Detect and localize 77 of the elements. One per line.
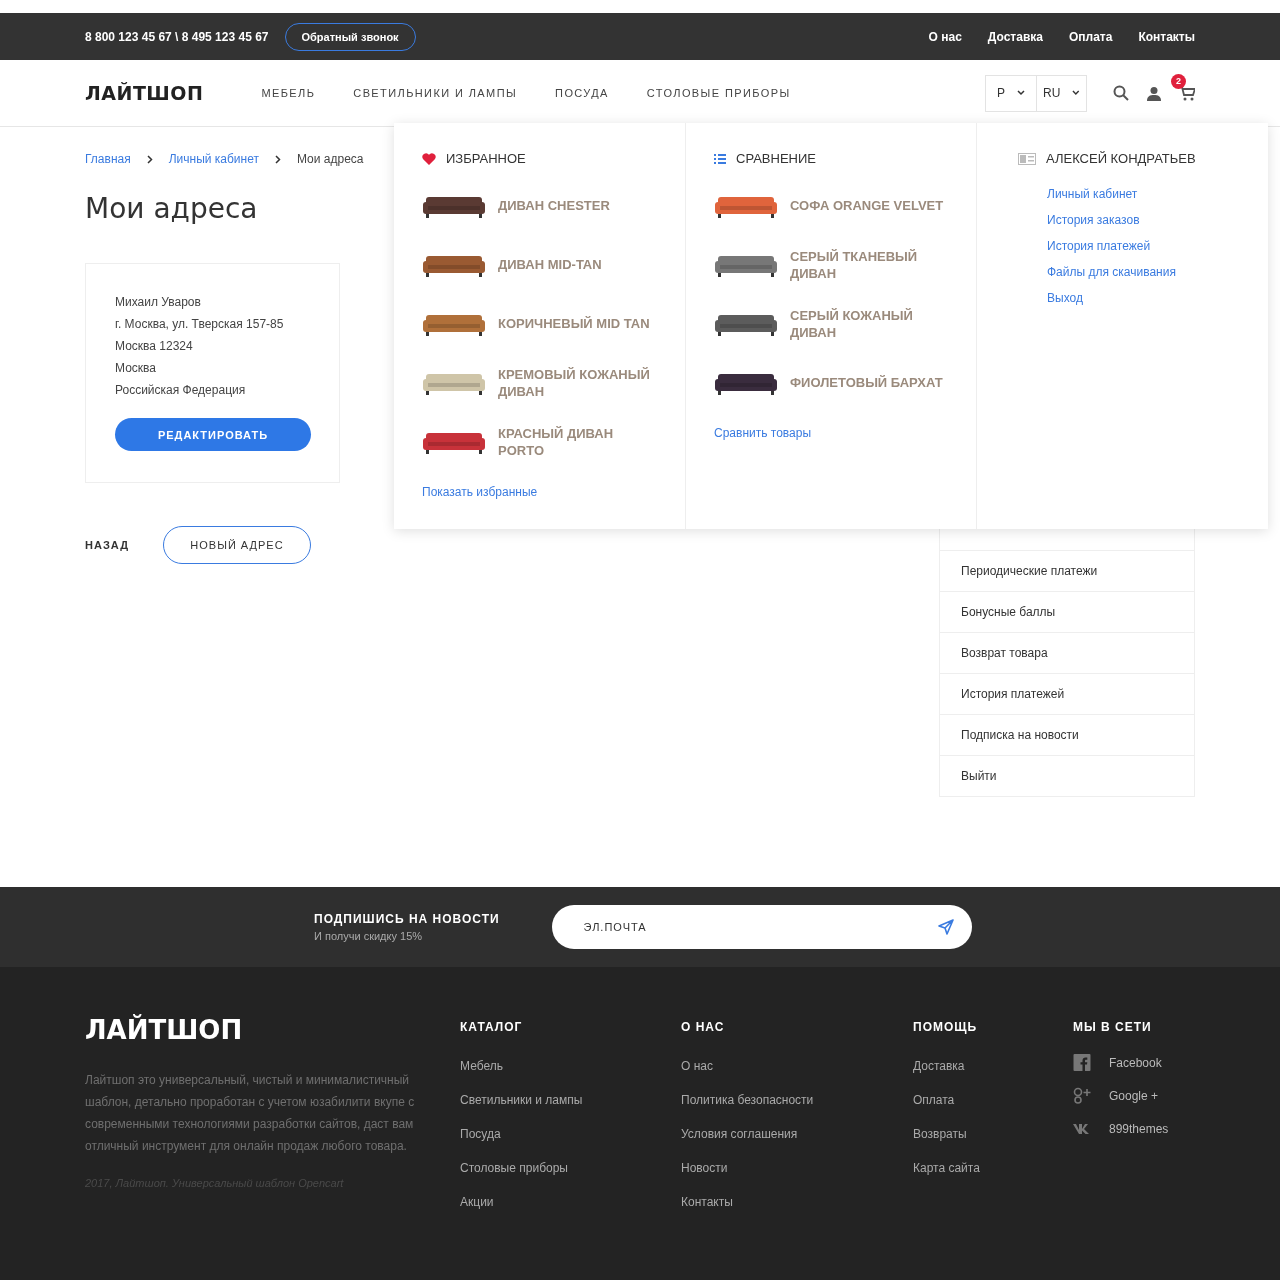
nav-link[interactable]: ПОСУДА (555, 87, 609, 99)
footer-description: Лайтшоп это универсальный, чистый и минималистичный шаблон, детально проработан с учетом юзабилити вкупе с современными технологиями разработки сайтов, даст вам отличный инструмент для онлайн продаж любого товара. (85, 1072, 416, 1155)
account-menu-item[interactable]: Выйти (940, 755, 1194, 796)
footer-link[interactable]: Светильники и лампы (460, 1093, 681, 1107)
footer-logo[interactable]: ЛАЙТШОП (85, 1015, 243, 1045)
account-link[interactable]: Файлы для скачивания (1047, 264, 1239, 280)
footer-link[interactable]: Условия соглашения (681, 1127, 913, 1141)
logo[interactable]: ЛАЙТШОП (85, 82, 204, 104)
social-link[interactable]: Google + (1109, 1088, 1159, 1103)
phone-numbers: 8 800 123 45 67 \ 8 495 123 45 67 (85, 29, 269, 44)
address-line: Михаил Уваров (115, 294, 202, 310)
top-link[interactable]: О нас (928, 29, 962, 44)
account-link[interactable]: Выход (1047, 290, 1239, 306)
footer-link[interactable]: Новости (681, 1161, 913, 1175)
footer-link[interactable]: Доставка (913, 1059, 1073, 1073)
chevron-right-icon (274, 154, 281, 164)
compare-link[interactable]: Сравнить товары (714, 426, 948, 440)
footer-link[interactable]: Мебель (460, 1059, 681, 1073)
footer-link[interactable]: Карта сайта (913, 1161, 1073, 1175)
footer-link[interactable]: Акции (460, 1195, 681, 1209)
email-field[interactable]: ЭЛ.ПОЧТА (551, 905, 972, 949)
back-link[interactable]: НАЗАД (85, 539, 129, 551)
edit-button[interactable]: РЕДАКТИРОВАТЬ (115, 418, 311, 451)
footer-link[interactable]: Столовые приборы (460, 1161, 681, 1175)
nav-link[interactable]: СТОЛОВЫЕ ПРИБОРЫ (646, 87, 791, 99)
account-menu-item[interactable]: История платежей (940, 673, 1194, 714)
footer-link[interactable]: Посуда (460, 1127, 681, 1141)
account-menu-item[interactable]: Возврат товара (940, 632, 1194, 673)
account-menu-item[interactable]: Подписка на новости (940, 714, 1194, 755)
facebook-icon[interactable] (1073, 1054, 1091, 1071)
nav-link[interactable]: СВЕТИЛЬНИКИ И ЛАМПЫ (353, 87, 518, 99)
breadcrumb-link[interactable]: Личный кабинет (168, 152, 259, 166)
footer-heading: ПОМОЩЬ (913, 1020, 979, 1034)
dropdown-heading: ИЗБРАННОЕ (446, 151, 526, 166)
google-plus-icon[interactable] (1073, 1087, 1091, 1104)
top-link[interactable]: Доставка (987, 29, 1043, 44)
heart-icon (422, 152, 436, 165)
footer-link[interactable]: Возвраты (913, 1127, 1073, 1141)
send-icon[interactable] (937, 919, 954, 935)
footer-heading: МЫ В СЕТИ (1073, 1020, 1153, 1034)
account-menu-item[interactable]: Бонусные баллы (940, 591, 1194, 632)
social-link[interactable]: Facebook (1109, 1055, 1162, 1070)
footer-heading: О НАС (681, 1020, 726, 1034)
breadcrumb-link[interactable]: Мои адреса (296, 152, 364, 166)
footer-link[interactable]: Политика безопасности (681, 1093, 913, 1107)
cart-icon[interactable] (1179, 85, 1195, 101)
nav-link[interactable]: МЕБЕЛЬ (261, 87, 316, 99)
dropdown-heading: СРАВНЕНИЕ (736, 151, 816, 166)
show-favorites-link[interactable]: Показать избранные (422, 485, 657, 499)
footer-link[interactable]: Контакты (681, 1195, 913, 1209)
cart-badge: 2 (1171, 73, 1186, 89)
account-menu-item[interactable]: Периодические платежи (940, 550, 1194, 591)
top-link[interactable]: Контакты (1138, 29, 1195, 44)
vk-icon[interactable] (1073, 1123, 1091, 1134)
newsletter-subtitle: И получи скидку 15% (314, 930, 424, 942)
account-link[interactable]: История платежей (1047, 238, 1239, 254)
chevron-right-icon (146, 154, 153, 164)
address-line: Москва 12324 (115, 338, 194, 354)
newsletter-title: ПОДПИШИСЬ НА НОВОСТИ (314, 912, 500, 926)
footer-link[interactable]: О нас (681, 1059, 913, 1073)
list-icon (714, 153, 726, 164)
social-link[interactable]: 899themes (1109, 1121, 1169, 1136)
dropdown-heading: АЛЕКСЕЙ КОНДРАТЬЕВ (1046, 151, 1196, 166)
address-line: Российская Федерация (115, 382, 247, 398)
account-link[interactable]: История заказов (1047, 212, 1239, 228)
address-line: г. Москва, ул. Тверская 157-85 (115, 316, 285, 332)
top-link[interactable]: Оплата (1068, 29, 1113, 44)
address-line: Москва (115, 360, 157, 376)
user-icon[interactable] (1147, 85, 1161, 101)
footer-heading: КАТАЛОГ (460, 1020, 524, 1034)
new-address-button[interactable]: НОВЫЙ АДРЕС (162, 526, 311, 564)
footer-link[interactable]: Оплата (913, 1093, 1073, 1107)
account-link[interactable]: Личный кабинет (1047, 186, 1239, 202)
breadcrumb-link[interactable]: Главная (85, 152, 131, 166)
id-card-icon (1018, 152, 1036, 165)
search-icon[interactable] (1113, 85, 1129, 101)
page-title: Мои адреса (85, 192, 258, 225)
